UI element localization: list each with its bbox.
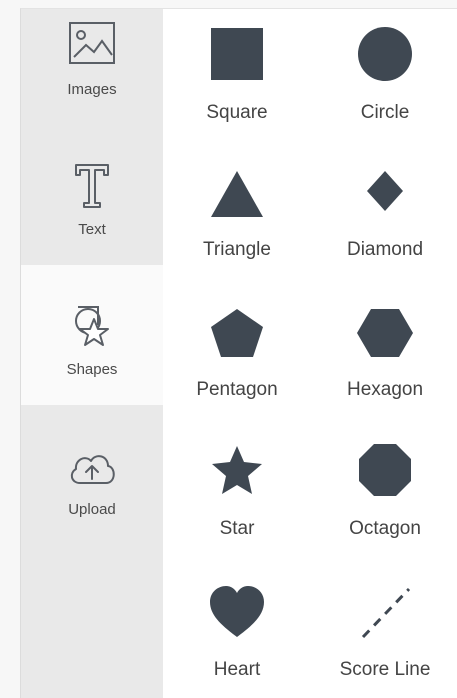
shape-label: Pentagon	[196, 379, 278, 400]
shape-panel: Images Text Shapes Upload Square Circle …	[20, 8, 457, 698]
circle-icon	[358, 27, 412, 81]
sidebar-item-images[interactable]: Images	[21, 9, 163, 135]
sidebar-item-label: Text	[78, 221, 106, 238]
sidebar-item-upload[interactable]: Upload	[21, 405, 163, 545]
sidebar-item-shapes[interactable]: Shapes	[21, 265, 163, 405]
shape-circle[interactable]: Circle	[311, 14, 457, 152]
text-icon	[75, 164, 109, 208]
sidebar-item-label: Shapes	[66, 361, 118, 378]
sidebar-item-label: Upload	[68, 501, 116, 518]
shape-triangle[interactable]: Triangle	[163, 151, 311, 289]
sidebar-item-label: Images	[67, 81, 117, 98]
shape-label: Score Line	[339, 659, 431, 680]
shape-square[interactable]: Square	[163, 14, 311, 152]
images-icon	[69, 22, 115, 64]
heart-icon	[210, 586, 264, 637]
star-icon	[212, 446, 262, 494]
shapes-icon	[75, 306, 109, 346]
sidebar-item-text[interactable]: Text	[21, 135, 163, 265]
shape-label: Triangle	[203, 239, 271, 260]
shape-score-line[interactable]: Score Line	[311, 571, 457, 698]
shape-label: Diamond	[346, 239, 424, 260]
pentagon-icon	[211, 309, 263, 357]
shape-octagon[interactable]: Octagon	[311, 430, 457, 568]
octagon-icon	[359, 444, 411, 496]
shape-label: Circle	[360, 102, 410, 123]
triangle-icon	[211, 171, 263, 217]
shape-pentagon[interactable]: Pentagon	[163, 291, 311, 429]
shape-label: Octagon	[349, 518, 421, 539]
shape-label: Heart	[213, 659, 261, 680]
diamond-icon	[367, 171, 403, 211]
shape-star[interactable]: Star	[163, 430, 311, 568]
score-line-icon	[361, 587, 411, 639]
shape-label: Square	[206, 102, 268, 123]
shape-heart[interactable]: Heart	[163, 571, 311, 698]
shape-grid: Square Circle Triangle Diamond Pentagon	[163, 9, 457, 698]
upload-icon	[70, 455, 115, 484]
shape-diamond[interactable]: Diamond	[311, 151, 457, 289]
shape-label: Star	[219, 518, 255, 539]
hexagon-icon	[357, 309, 413, 357]
shape-hexagon[interactable]: Hexagon	[311, 291, 457, 429]
square-icon	[211, 28, 263, 80]
sidebar: Images Text Shapes Upload	[21, 9, 163, 698]
shape-label: Hexagon	[346, 379, 424, 400]
